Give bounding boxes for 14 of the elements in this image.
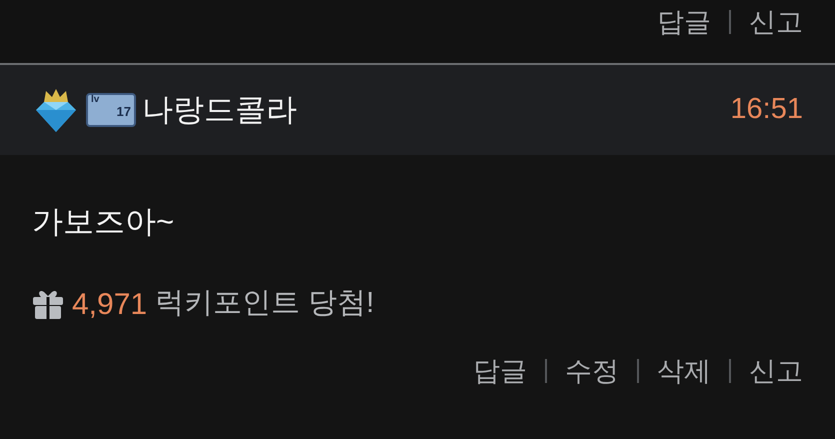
action-link[interactable]: 답글 [657,2,711,42]
reward-amount: 4,971 [72,286,148,322]
action-link[interactable]: 신고 [749,2,803,42]
action-link[interactable]: 삭제 [657,351,711,392]
level-number: 17 [116,105,131,118]
action-link[interactable]: 수정 [565,351,619,392]
author-name: 나랑드콜라 [142,90,297,129]
action-link[interactable]: 신고 [749,351,803,392]
reward-label: 럭키포인트 당첨! [155,286,374,322]
comment-time: 16:51 [730,92,803,128]
gift-icon [32,289,64,319]
comment-text: 가보즈아~ [32,204,174,239]
action-link[interactable]: 답글 [473,351,527,392]
level-prefix: lv [91,95,100,105]
